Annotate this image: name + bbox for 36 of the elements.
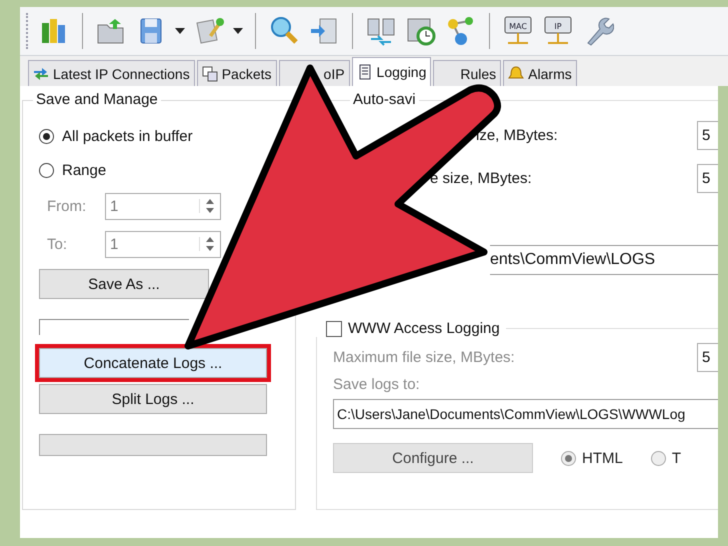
pages-icon — [202, 66, 218, 82]
split-logs-button[interactable]: Split Logs ... — [39, 384, 267, 414]
checkbox-label: WWW Access Logging — [348, 320, 500, 337]
tab[interactable]: Alarms — [503, 60, 577, 86]
radio-option[interactable]: Range — [39, 153, 106, 187]
radio-option[interactable]: HTML — [561, 441, 623, 475]
radio-option[interactable]: T — [650, 441, 682, 475]
number-spinner[interactable]: 1 — [105, 192, 221, 220]
save-as-button[interactable]: Save As ... — [39, 269, 209, 299]
field-label: Save logs to: — [333, 376, 421, 393]
number-spinner[interactable]: 1 — [105, 230, 221, 258]
tab[interactable]: Packets — [196, 60, 277, 86]
bell-icon — [508, 66, 524, 82]
scroll-icon — [356, 64, 373, 80]
radio-button[interactable] — [650, 450, 666, 466]
number-field[interactable]: 5 — [697, 343, 718, 372]
number-field[interactable]: 5 — [697, 164, 718, 193]
arrows-icon — [33, 66, 49, 82]
caret-icon[interactable] — [175, 28, 185, 34]
caret-icon[interactable] — [233, 28, 243, 34]
number-field[interactable]: 5 — [697, 121, 718, 150]
path-field[interactable]: C:\Users\Jane\Documents\CommView\LOGS\WWWLog — [333, 399, 718, 429]
tab[interactable]: Latest IP Connections — [28, 60, 195, 86]
field-label: Maximum file size, MBytes: — [333, 349, 515, 366]
field-label: To: — [47, 236, 68, 252]
tab[interactable]: Rules — [433, 60, 502, 86]
group-title: Save and Manage — [33, 91, 161, 108]
field-label: From: — [47, 198, 88, 214]
checkbox[interactable] — [326, 320, 342, 336]
tab[interactable]: Logging — [352, 57, 432, 86]
radio-option[interactable]: All packets in buffer — [39, 119, 193, 153]
path-field[interactable]: ents\CommView\LOGS — [490, 245, 718, 275]
radio-button[interactable] — [39, 128, 54, 144]
radio-button[interactable] — [39, 162, 54, 178]
configure-button[interactable]: Configure ... — [333, 443, 533, 473]
radio-button[interactable] — [561, 450, 576, 466]
